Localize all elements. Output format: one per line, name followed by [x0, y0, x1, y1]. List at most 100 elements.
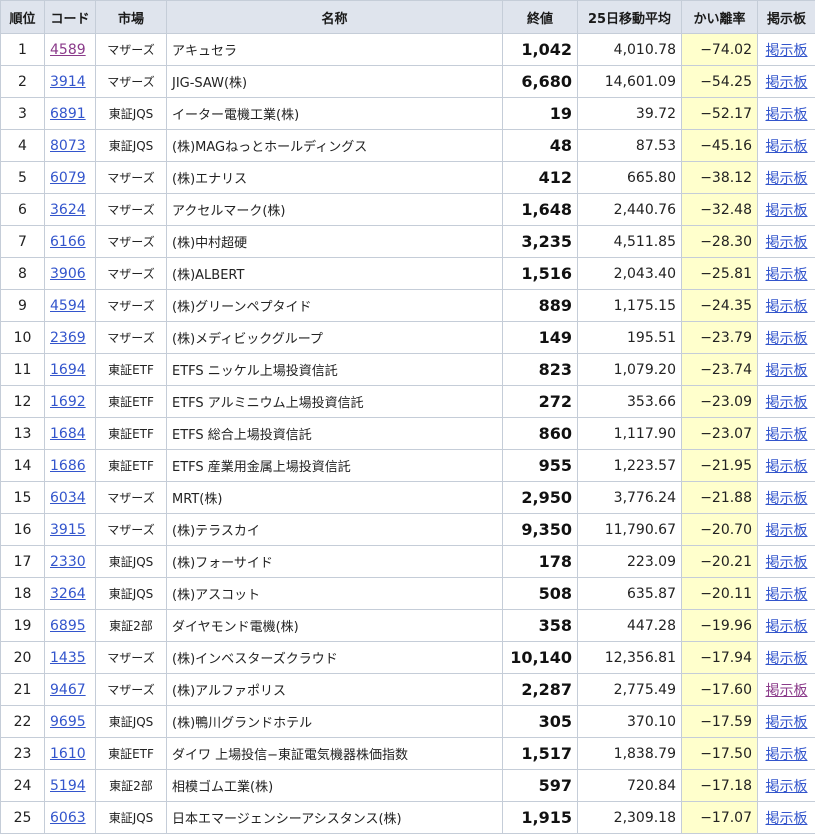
stock-code-link[interactable]: 2330: [50, 554, 86, 570]
code-cell: 3915: [44, 513, 96, 546]
rank-cell: 17: [0, 545, 45, 578]
message-board-link[interactable]: 掲示板: [766, 75, 808, 91]
message-board-link[interactable]: 掲示板: [766, 619, 808, 635]
stock-code-link[interactable]: 8073: [50, 138, 86, 154]
board-cell: 掲示板: [757, 353, 815, 386]
code-cell: 6895: [44, 609, 96, 642]
stock-code-link[interactable]: 1684: [50, 426, 86, 442]
message-board-link[interactable]: 掲示板: [766, 715, 808, 731]
deviation-rate-cell: −28.30: [681, 225, 758, 258]
message-board-link[interactable]: 掲示板: [766, 779, 808, 795]
stock-code-link[interactable]: 6079: [50, 170, 86, 186]
ranking-table: 順位 コード 市場 名称 終値 25日移動平均 かい離率 掲示板 1 4589 マザ…: [0, 0, 815, 834]
moving-average-cell: 14,601.09: [577, 65, 682, 98]
close-price-cell: 1,516: [502, 257, 578, 290]
stock-code-link[interactable]: 6895: [50, 618, 86, 634]
stock-code-link[interactable]: 6891: [50, 106, 86, 122]
stock-code-link[interactable]: 5194: [50, 778, 86, 794]
message-board-link[interactable]: 掲示板: [766, 651, 808, 667]
stock-code-link[interactable]: 3906: [50, 266, 86, 282]
message-board-link[interactable]: 掲示板: [766, 235, 808, 251]
message-board-link[interactable]: 掲示板: [766, 491, 808, 507]
message-board-link[interactable]: 掲示板: [766, 811, 808, 827]
message-board-link[interactable]: 掲示板: [766, 395, 808, 411]
board-cell: 掲示板: [757, 33, 815, 66]
rank-cell: 16: [0, 513, 45, 546]
deviation-rate-cell: −24.35: [681, 289, 758, 322]
deviation-rate-cell: −23.79: [681, 321, 758, 354]
market-cell: 東証JQS: [95, 129, 167, 162]
code-cell: 2330: [44, 545, 96, 578]
table-row: 21 9467 マザーズ (株)アルファポリス 2,287 2,775.49 −17.60 掲…: [0, 673, 815, 706]
table-row: 3 6891 東証JQS イーター電機工業(株) 19 39.72 −52.17 掲示板: [0, 97, 815, 130]
message-board-link[interactable]: 掲示板: [766, 683, 808, 699]
market-cell: マザーズ: [95, 481, 167, 514]
stock-code-link[interactable]: 1694: [50, 362, 86, 378]
moving-average-cell: 195.51: [577, 321, 682, 354]
code-cell: 3906: [44, 257, 96, 290]
stock-code-link[interactable]: 9695: [50, 714, 86, 730]
stock-code-link[interactable]: 1692: [50, 394, 86, 410]
message-board-link[interactable]: 掲示板: [766, 203, 808, 219]
company-name-cell: (株)テラスカイ: [166, 513, 503, 546]
header-name: 名称: [166, 0, 503, 34]
stock-code-link[interactable]: 4589: [50, 42, 86, 58]
stock-code-link[interactable]: 1610: [50, 746, 86, 762]
header-board: 掲示板: [757, 0, 815, 34]
stock-code-link[interactable]: 1686: [50, 458, 86, 474]
company-name-cell: (株)メディビックグループ: [166, 321, 503, 354]
close-price-cell: 272: [502, 385, 578, 418]
close-price-cell: 1,915: [502, 801, 578, 834]
message-board-link[interactable]: 掲示板: [766, 171, 808, 187]
moving-average-cell: 720.84: [577, 769, 682, 802]
company-name-cell: (株)アルファポリス: [166, 673, 503, 706]
deviation-rate-cell: −21.95: [681, 449, 758, 482]
company-name-cell: ダイワ 上場投信−東証電気機器株価指数: [166, 737, 503, 770]
code-cell: 6891: [44, 97, 96, 130]
close-price-cell: 823: [502, 353, 578, 386]
message-board-link[interactable]: 掲示板: [766, 43, 808, 59]
stock-code-link[interactable]: 6034: [50, 490, 86, 506]
stock-code-link[interactable]: 6166: [50, 234, 86, 250]
stock-code-link[interactable]: 9467: [50, 682, 86, 698]
stock-code-link[interactable]: 3914: [50, 74, 86, 90]
message-board-link[interactable]: 掲示板: [766, 139, 808, 155]
deviation-rate-cell: −20.21: [681, 545, 758, 578]
stock-code-link[interactable]: 3915: [50, 522, 86, 538]
market-cell: マザーズ: [95, 65, 167, 98]
rank-cell: 25: [0, 801, 45, 834]
message-board-link[interactable]: 掲示板: [766, 523, 808, 539]
rank-cell: 18: [0, 577, 45, 610]
message-board-link[interactable]: 掲示板: [766, 555, 808, 571]
stock-code-link[interactable]: 2369: [50, 330, 86, 346]
message-board-link[interactable]: 掲示板: [766, 363, 808, 379]
code-cell: 8073: [44, 129, 96, 162]
board-cell: 掲示板: [757, 417, 815, 450]
message-board-link[interactable]: 掲示板: [766, 107, 808, 123]
moving-average-cell: 2,440.76: [577, 193, 682, 226]
table-row: 25 6063 東証JQS 日本エマージェンシーアシスタンス(株) 1,915 2,309…: [0, 801, 815, 834]
close-price-cell: 48: [502, 129, 578, 162]
moving-average-cell: 1,838.79: [577, 737, 682, 770]
message-board-link[interactable]: 掲示板: [766, 299, 808, 315]
deviation-rate-cell: −17.59: [681, 705, 758, 738]
stock-code-link[interactable]: 6063: [50, 810, 86, 826]
company-name-cell: 相模ゴム工業(株): [166, 769, 503, 802]
message-board-link[interactable]: 掲示板: [766, 459, 808, 475]
company-name-cell: (株)エナリス: [166, 161, 503, 194]
stock-code-link[interactable]: 3264: [50, 586, 86, 602]
stock-code-link[interactable]: 3624: [50, 202, 86, 218]
stock-code-link[interactable]: 1435: [50, 650, 86, 666]
table-row: 20 1435 マザーズ (株)インベスターズクラウド 10,140 12,356.81−…: [0, 641, 815, 674]
code-cell: 3914: [44, 65, 96, 98]
table-row: 8 3906 マザーズ (株)ALBERT 1,516 2,043.40 −25.81 掲示板: [0, 257, 815, 290]
stock-code-link[interactable]: 4594: [50, 298, 86, 314]
message-board-link[interactable]: 掲示板: [766, 747, 808, 763]
message-board-link[interactable]: 掲示板: [766, 331, 808, 347]
message-board-link[interactable]: 掲示板: [766, 587, 808, 603]
board-cell: 掲示板: [757, 225, 815, 258]
message-board-link[interactable]: 掲示板: [766, 267, 808, 283]
close-price-cell: 889: [502, 289, 578, 322]
message-board-link[interactable]: 掲示板: [766, 427, 808, 443]
table-row: 16 3915 マザーズ (株)テラスカイ 9,350 11,790.67 −20.70 掲示…: [0, 513, 815, 546]
